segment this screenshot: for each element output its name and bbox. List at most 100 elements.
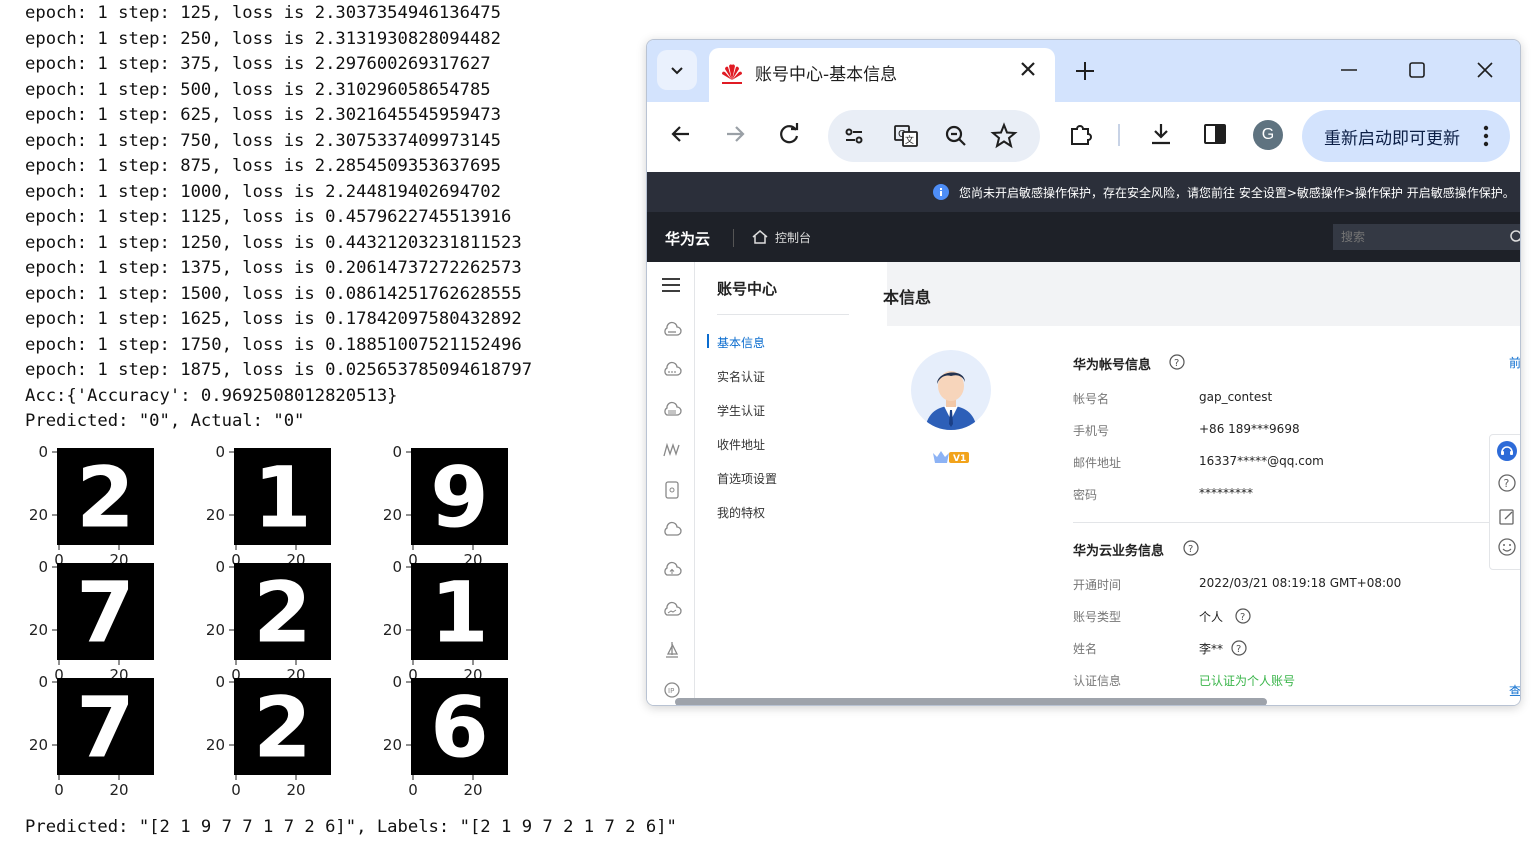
cloud-icon[interactable] [662,520,682,540]
verification-value: 已认证为个人账号 [1199,674,1296,688]
side-item-real-name[interactable]: 实名认证 [717,368,765,385]
tab-search-button[interactable] [657,50,697,90]
extensions-puzzle-icon[interactable] [1067,120,1095,148]
digit-glyph: 7 [76,564,134,662]
view-link-partial[interactable]: 查 [1509,682,1520,699]
maximize-icon[interactable] [1403,56,1431,84]
feedback-edit-icon[interactable] [1497,507,1517,527]
console-top-nav: 华为云 控制台 [647,212,1520,262]
help-icon[interactable]: ? [1235,608,1251,624]
side-item-basic-info[interactable]: 基本信息 [717,334,765,351]
digit-image-grid: 20200 2010200 2090200 2070200 2020200 2010200… [29,443,508,799]
site-settings-icon[interactable] [840,122,868,150]
name-label: 姓名 [1073,642,1098,656]
zoom-out-icon[interactable] [942,122,970,150]
log-line: epoch: 1 step: 375, loss is 2.2976002693… [25,54,491,74]
content-header: 本信息 [883,262,1520,326]
vip-level-badge: V1 [933,451,969,464]
x-tick-label: 20 [286,781,305,799]
modelarts-icon[interactable] [662,440,682,460]
side-panel-icon[interactable] [1201,120,1229,148]
verification-label: 认证信息 [1073,674,1122,688]
forward-arrow-icon[interactable] [721,120,749,148]
search-icon[interactable] [1509,229,1520,245]
x-tick-label: 0 [54,781,64,799]
password-value: ********* [1199,486,1253,500]
home-icon[interactable] [751,228,769,246]
digit-glyph: 2 [253,679,311,777]
section-divider [1073,522,1513,523]
sail-icon[interactable] [662,640,682,660]
y-tick-label: 0 [215,443,225,461]
more-vert-icon[interactable] [1476,123,1496,149]
side-item-address[interactable]: 收件地址 [717,436,765,453]
service-icon-rail: IP [647,262,695,705]
cloud-dots-icon[interactable] [662,360,682,380]
cloud-storage-icon[interactable] [662,400,682,420]
y-tick-label: 0 [38,443,48,461]
x-tick-label: 20 [463,781,482,799]
svg-text:?: ? [1240,612,1245,623]
help-icon[interactable]: ? [1183,540,1199,556]
cloud-monitor-icon[interactable] [662,600,682,620]
relaunch-to-update-button[interactable]: 重新启动即可更新 [1302,110,1510,162]
hamburger-menu-icon[interactable] [660,274,682,296]
digit-glyph: 1 [253,449,311,547]
edit-link-partial[interactable]: 前 [1509,354,1520,371]
email-value: 16337*****@qq.com [1199,454,1324,468]
huawei-logo-icon [722,64,742,84]
name-value: 李** [1199,642,1224,656]
side-menu-title: 账号中心 [717,280,778,298]
y-tick-label: 20 [383,736,402,754]
page-viewport: 您尚未开启敏感操作保护，存在安全风险，请您前往 安全设置>敏感操作>操作保护 开… [647,172,1520,705]
log-line: epoch: 1 step: 1500, loss is 0.086142517… [25,283,522,304]
close-icon[interactable] [1017,58,1039,80]
browser-window: 账号中心-基本信息 G文 G 重新启动即可更新 您尚未开启敏感操作保护，存在安全… [646,39,1521,706]
plus-icon[interactable] [1072,58,1098,84]
account-name-value: gap_contest [1199,390,1273,404]
console-link[interactable]: 控制台 [775,229,811,246]
security-notice-banner: 您尚未开启敏感操作保护，存在安全风险，请您前往 安全设置>敏感操作>操作保护 开… [647,172,1520,212]
cloud-section-title: 华为云业务信息 [1073,544,1165,559]
ip-icon[interactable]: IP [662,680,682,700]
open-time-value: 2022/03/21 08:19:18 GMT+08:00 [1199,576,1402,590]
floating-tool-panel: ? [1489,434,1520,570]
customer-service-icon[interactable] [1497,441,1517,461]
back-arrow-icon[interactable] [667,120,695,148]
bookmark-star-icon[interactable] [990,122,1018,150]
svg-text:?: ? [1174,358,1179,369]
side-item-student[interactable]: 学生认证 [717,402,765,419]
horizontal-scrollbar[interactable] [675,698,1267,705]
smiley-icon[interactable] [1497,537,1517,557]
log-line: epoch: 1 step: 1375, loss is 0.206147372… [25,258,522,278]
window-close-icon[interactable] [1471,56,1499,84]
y-tick-label: 0 [215,558,225,576]
log-line: epoch: 1 step: 250, loss is 2.3131930828… [25,28,501,49]
search-input[interactable] [1333,224,1520,250]
profile-avatar[interactable]: G [1253,120,1283,150]
account-section-title: 华为帐号信息 [1073,358,1152,373]
svg-text:?: ? [1188,544,1193,555]
cloud-upload-icon[interactable] [662,560,682,580]
minimize-icon[interactable] [1335,56,1363,84]
side-item-preferences[interactable]: 首选项设置 [717,470,777,487]
relaunch-label: 重新启动即可更新 [1324,128,1460,149]
page-title: 本信息 [883,288,932,307]
help-icon[interactable]: ? [1169,354,1185,370]
address-bar[interactable]: G文 [828,110,1040,162]
side-item-privileges[interactable]: 我的特权 [717,504,765,521]
y-tick-label: 0 [392,443,402,461]
cloud-server-icon[interactable] [662,320,682,340]
active-indicator [707,334,709,348]
help-icon[interactable]: ? [1231,640,1247,656]
translate-icon[interactable]: G文 [892,122,920,150]
brand-logo-text[interactable]: 华为云 [665,228,710,249]
download-icon[interactable] [1147,120,1175,148]
account-type-value: 个人 [1199,610,1224,624]
tab-account-center[interactable]: 账号中心-基本信息 [709,48,1055,102]
x-tick-label: 20 [109,781,128,799]
reload-icon[interactable] [775,120,803,148]
document-icon[interactable] [662,480,682,500]
question-icon[interactable]: ? [1497,473,1517,493]
training-log: epoch: 1 step: 125, loss is 2.3037354946… [25,1,635,435]
